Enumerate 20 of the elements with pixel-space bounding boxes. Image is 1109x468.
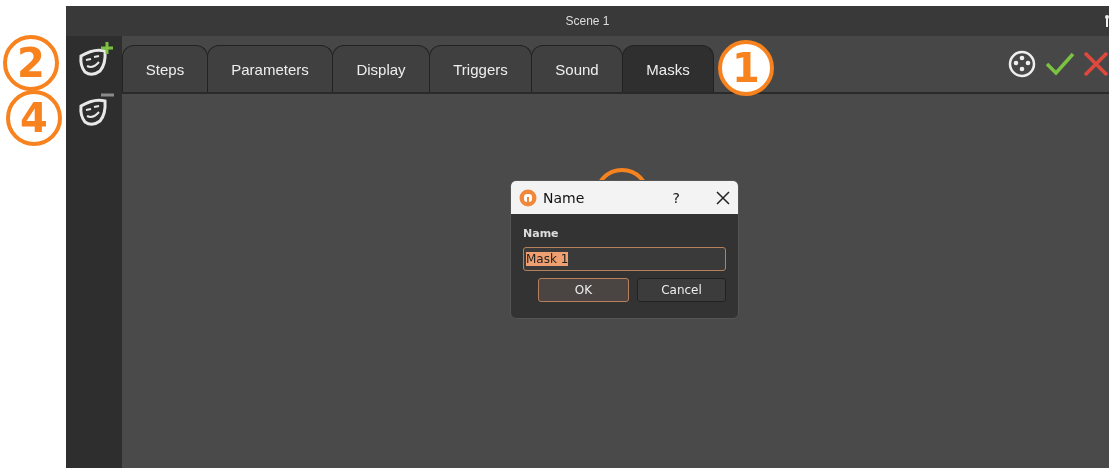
callout-badge: 2: [3, 35, 59, 91]
callout-badge: 4: [6, 90, 62, 146]
help-button[interactable]: ?: [672, 189, 680, 206]
close-icon[interactable]: [716, 190, 730, 205]
tab[interactable]: Triggers: [429, 45, 532, 92]
connector-icon[interactable]: [1007, 49, 1037, 79]
cancel-button[interactable]: Cancel: [637, 278, 726, 302]
pin-icon[interactable]: [1105, 15, 1109, 27]
tab[interactable]: Steps: [122, 45, 208, 92]
dialog-title: Name: [543, 189, 585, 206]
field-label: Name: [523, 227, 560, 240]
tab[interactable]: Masks: [622, 45, 714, 92]
checkmark-icon[interactable]: [1045, 51, 1075, 77]
tab[interactable]: Parameters: [207, 45, 333, 92]
tab[interactable]: Display: [332, 45, 430, 92]
name-input-field[interactable]: Mask 1: [523, 247, 726, 271]
window-title: Scene 1: [565, 14, 610, 28]
tab[interactable]: Sound: [531, 45, 623, 92]
ok-button[interactable]: OK: [538, 278, 629, 302]
app-logo-icon: [519, 188, 537, 207]
